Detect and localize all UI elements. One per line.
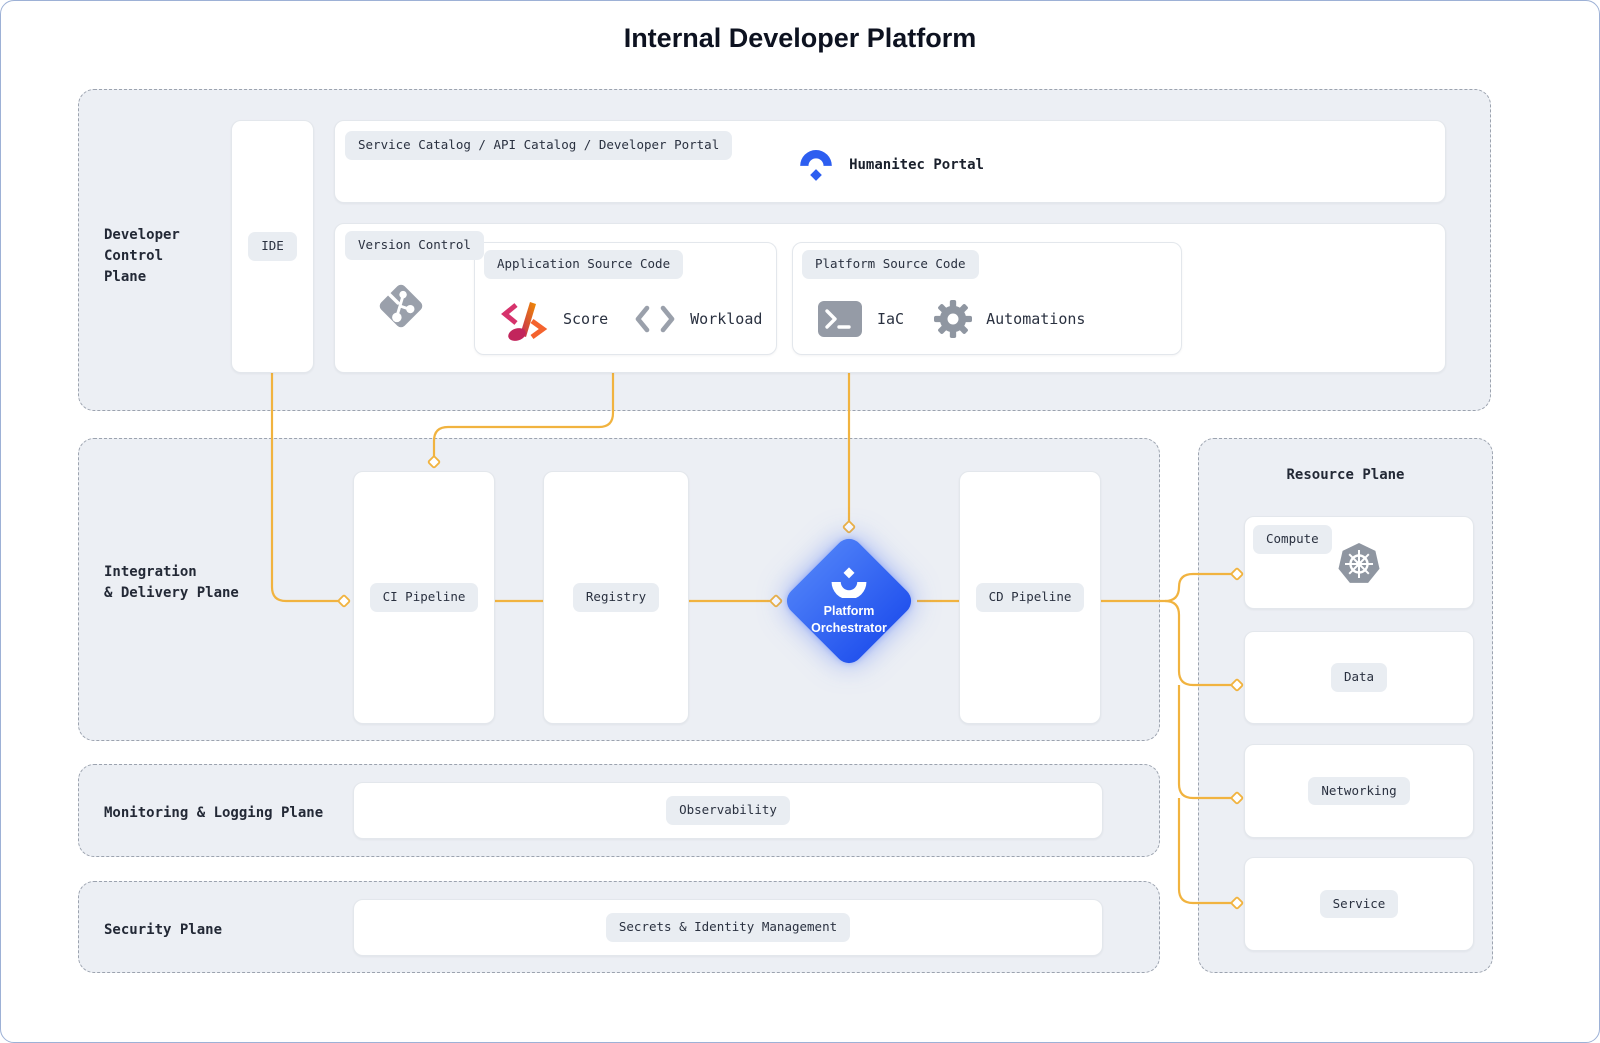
registry-node: Registry	[543, 471, 689, 724]
score-label: Score	[563, 310, 608, 328]
gear-icon	[934, 300, 972, 338]
page-title: Internal Developer Platform	[1, 23, 1599, 54]
terminal-icon	[817, 300, 863, 338]
humanitec-logo-icon	[796, 143, 836, 187]
security-plane-label: Security Plane	[104, 920, 222, 941]
kubernetes-icon	[1335, 540, 1383, 588]
secrets-node: Secrets & Identity Management	[353, 899, 1103, 956]
portal-card: Service Catalog / API Catalog / Develope…	[334, 120, 1446, 203]
ci-pipeline-node: CI Pipeline	[353, 471, 495, 724]
observability-node: Observability	[353, 782, 1103, 839]
code-brackets-icon	[634, 305, 676, 333]
application-source-code-box: Application Source Code Score	[474, 242, 777, 355]
version-control-card: Version Control Application Source Code	[334, 223, 1446, 373]
registry-label: Registry	[573, 583, 659, 612]
portal-brand-label: Humanitec Portal	[849, 157, 984, 173]
ci-pipeline-label: CI Pipeline	[370, 583, 479, 612]
score-icon	[499, 296, 549, 342]
networking-label: Networking	[1308, 777, 1409, 806]
application-source-code-chip: Application Source Code	[484, 250, 683, 279]
networking-node: Networking	[1244, 744, 1474, 838]
diagram-canvas: Internal Developer Platform DeveloperCon…	[0, 0, 1600, 1043]
platform-orchestrator-node: PlatformOrchestrator	[781, 533, 917, 669]
integration-plane-label: Integration& Delivery Plane	[104, 562, 239, 604]
cd-pipeline-node: CD Pipeline	[959, 471, 1101, 724]
monitoring-plane-label: Monitoring & Logging Plane	[104, 803, 323, 824]
git-icon	[372, 277, 430, 335]
ide-label: IDE	[248, 232, 297, 261]
secrets-label: Secrets & Identity Management	[606, 913, 850, 942]
observability-label: Observability	[666, 796, 790, 825]
orchestrator-logo-icon	[827, 566, 871, 598]
ide-node: IDE	[231, 120, 314, 373]
iac-label: IaC	[877, 310, 904, 328]
developer-plane-label: DeveloperControlPlane	[104, 225, 180, 288]
platform-source-code-box: Platform Source Code IaC	[792, 242, 1182, 355]
data-label: Data	[1331, 663, 1387, 692]
cd-pipeline-label: CD Pipeline	[976, 583, 1085, 612]
service-node: Service	[1244, 857, 1474, 951]
compute-node: Compute	[1244, 516, 1474, 609]
version-control-chip: Version Control	[345, 231, 484, 260]
automations-label: Automations	[986, 310, 1085, 328]
compute-label: Compute	[1253, 525, 1332, 554]
resource-plane-title: Resource Plane	[1198, 467, 1493, 483]
platform-source-code-chip: Platform Source Code	[802, 250, 979, 279]
data-node: Data	[1244, 631, 1474, 724]
service-label: Service	[1320, 890, 1399, 919]
workload-label: Workload	[690, 310, 762, 328]
service-catalog-chip: Service Catalog / API Catalog / Develope…	[345, 131, 732, 160]
orchestrator-label: PlatformOrchestrator	[811, 603, 887, 637]
